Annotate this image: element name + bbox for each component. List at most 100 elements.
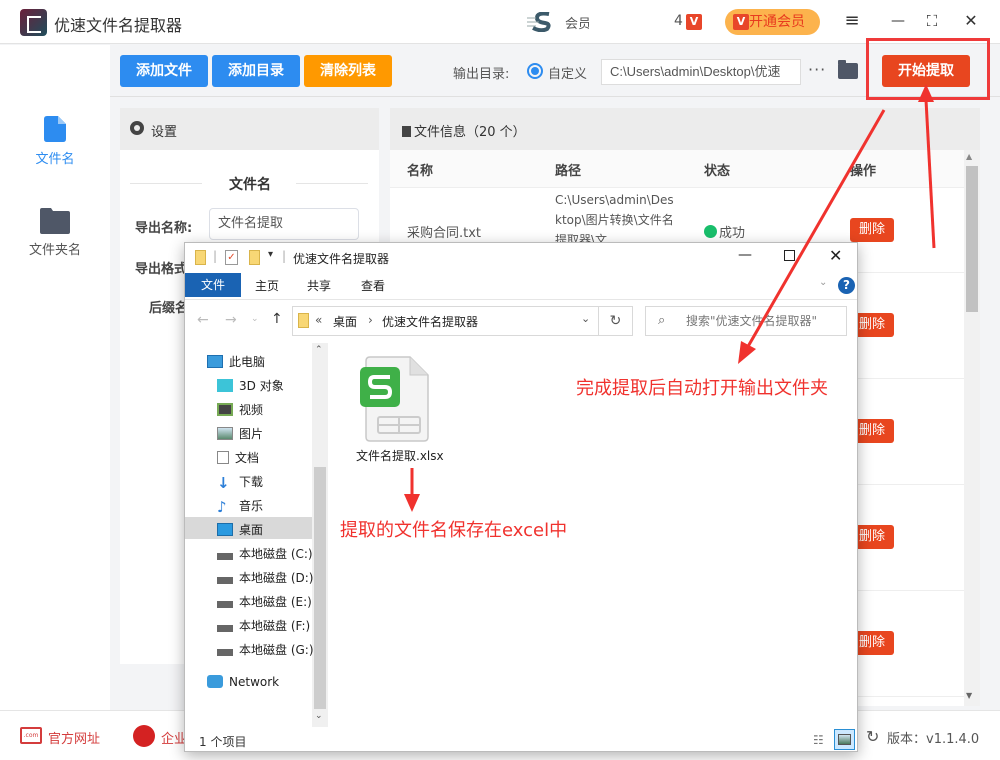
recent-locations-icon[interactable]: ⌄	[251, 314, 259, 324]
output-path-input[interactable]: C:\Users\admin\Desktop\优速	[601, 59, 801, 85]
tree-item-network[interactable]: Network	[207, 671, 279, 693]
tree-item-downloads[interactable]: ↓ 下载	[217, 471, 263, 493]
website-link[interactable]: 官方网址	[48, 728, 100, 747]
tree-item-drive-e[interactable]: 本地磁盘 (E:)	[217, 591, 312, 613]
nav-scroll-down-icon[interactable]: ⌄	[315, 711, 323, 721]
up-button[interactable]: ↑	[271, 311, 283, 327]
column-header-path[interactable]: 路径	[555, 160, 581, 179]
tab-home[interactable]: 主页	[255, 277, 279, 294]
scroll-up-icon[interactable]: ▲	[966, 152, 972, 161]
tree-label: 本地磁盘 (C:)	[239, 547, 313, 561]
address-bar[interactable]: « 桌面 › 优速文件名提取器 ⌄	[292, 306, 599, 336]
add-file-button[interactable]: 添加文件	[120, 55, 208, 87]
xlsx-file-item[interactable]	[360, 355, 432, 443]
tree-label: 视频	[239, 403, 264, 417]
menu-icon[interactable]: ≡	[840, 10, 864, 34]
delete-button[interactable]: 删除	[850, 218, 894, 242]
tree-item-drive-c[interactable]: 本地磁盘 (C:)	[217, 543, 313, 565]
more-button[interactable]: ···	[808, 60, 826, 79]
large-icons-icon	[838, 734, 851, 745]
properties-icon[interactable]: ✓	[225, 250, 238, 265]
document-icon	[402, 126, 411, 137]
table-header	[390, 150, 964, 188]
file-info-title-text: 文件信息（20 个）	[414, 125, 526, 140]
xlsx-file-name[interactable]: 文件名提取.xlsx	[356, 447, 444, 464]
tree-item-desktop[interactable]: 桌面	[217, 519, 263, 541]
tree-item-drive-g[interactable]: 本地磁盘 (G:)	[217, 639, 314, 661]
tree-label: Network	[229, 675, 280, 689]
tree-item-documents[interactable]: 文档	[217, 447, 259, 469]
folder-icon	[40, 208, 70, 234]
tree-item-music[interactable]: ♪ 音乐	[217, 495, 263, 517]
explorer-search-input[interactable]: ⌕ 搜索"优速文件名提取器"	[645, 306, 847, 336]
nav-label-filename: 文件名	[35, 152, 75, 167]
search-icon: ⌕	[658, 313, 666, 328]
tree-label: 图片	[239, 427, 264, 441]
tree-label: 桌面	[239, 523, 264, 537]
tree-label: 此电脑	[229, 355, 266, 369]
section-title: 文件名	[229, 177, 271, 193]
custom-radio-label[interactable]: 自定义	[548, 63, 587, 82]
nav-scroll-up-icon[interactable]: ⌃	[315, 345, 323, 355]
tab-file[interactable]: 文件	[185, 273, 241, 297]
drive-icon	[217, 572, 233, 584]
tree-label: 文档	[235, 451, 260, 465]
tab-view[interactable]: 查看	[361, 277, 385, 294]
annotation-saved-excel: 提取的文件名保存在excel中	[340, 520, 568, 541]
tree-item-3d-objects[interactable]: 3D 对象	[217, 375, 284, 397]
divider	[296, 183, 368, 184]
settings-title: 设置	[151, 125, 178, 140]
maximize-button[interactable]: ⛶	[920, 10, 944, 34]
tree-item-this-pc[interactable]: 此电脑	[207, 351, 265, 373]
open-folder-icon[interactable]	[838, 60, 858, 79]
quick-access-dropdown-icon[interactable]: ▾	[268, 249, 273, 260]
nav-item-filename[interactable]: 文件名	[0, 116, 110, 167]
explorer-refresh-button[interactable]: ↻	[599, 306, 633, 336]
close-button[interactable]: ✕	[959, 10, 983, 34]
nav-pane-scrollbar-thumb[interactable]	[314, 467, 326, 709]
file-info-title: 文件信息（20 个）	[402, 121, 526, 140]
open-vip-button[interactable]: V 开通会员	[725, 9, 820, 35]
refresh-icon[interactable]: ↻	[866, 727, 879, 746]
tree-item-videos[interactable]: 视频	[217, 399, 263, 421]
explorer-minimize-button[interactable]: —	[738, 247, 752, 263]
column-header-action[interactable]: 操作	[850, 160, 876, 179]
large-icons-view-button[interactable]	[834, 729, 855, 750]
scroll-down-icon[interactable]: ▼	[966, 691, 972, 700]
tree-item-drive-f[interactable]: 本地磁盘 (F:)	[217, 615, 310, 637]
tree-item-pictures[interactable]: 图片	[217, 423, 263, 445]
success-icon	[704, 225, 717, 238]
minimize-button[interactable]: —	[886, 10, 910, 34]
back-button[interactable]: ←	[197, 312, 209, 328]
video-icon	[217, 403, 233, 416]
row-status: 成功	[704, 222, 745, 241]
clear-list-button[interactable]: 清除列表	[304, 55, 392, 87]
details-view-button[interactable]: ☷	[813, 733, 824, 747]
help-icon[interactable]: ?	[838, 277, 855, 294]
column-header-name[interactable]: 名称	[407, 160, 433, 179]
annotation-auto-open: 完成提取后自动打开输出文件夹	[576, 378, 828, 399]
new-folder-icon[interactable]	[249, 250, 260, 265]
tree-item-drive-d[interactable]: 本地磁盘 (D:)	[217, 567, 313, 589]
address-dropdown-icon[interactable]: ⌄	[581, 312, 590, 325]
breadcrumb-current[interactable]: 优速文件名提取器	[382, 313, 478, 330]
drive-icon	[217, 620, 233, 632]
explorer-maximize-button[interactable]	[784, 250, 795, 261]
column-header-status[interactable]: 状态	[704, 160, 730, 179]
file-explorer-window: | ✓ ▾ | 优速文件名提取器 — ✕ 文件 主页 共享 查看 ⌄ ? ← →…	[184, 242, 858, 752]
breadcrumb-overflow[interactable]: «	[315, 313, 322, 327]
custom-radio[interactable]	[527, 63, 543, 79]
export-name-input[interactable]: 文件名提取	[209, 208, 359, 240]
member-text[interactable]: 会员	[565, 13, 589, 32]
explorer-close-button[interactable]: ✕	[829, 246, 842, 265]
table-scrollbar-thumb[interactable]	[966, 166, 978, 312]
forward-button[interactable]: →	[225, 312, 237, 328]
ribbon-expand-icon[interactable]: ⌄	[819, 277, 827, 288]
version-text: 版本：v1.1.4.0	[887, 732, 980, 747]
add-directory-button[interactable]: 添加目录	[212, 55, 300, 87]
vip-badge-icon: V	[686, 14, 702, 30]
breadcrumb-desktop[interactable]: 桌面	[333, 313, 357, 330]
tab-share[interactable]: 共享	[307, 277, 331, 294]
status-text: 成功	[719, 226, 746, 241]
nav-item-foldername[interactable]: 文件夹名	[0, 208, 110, 258]
